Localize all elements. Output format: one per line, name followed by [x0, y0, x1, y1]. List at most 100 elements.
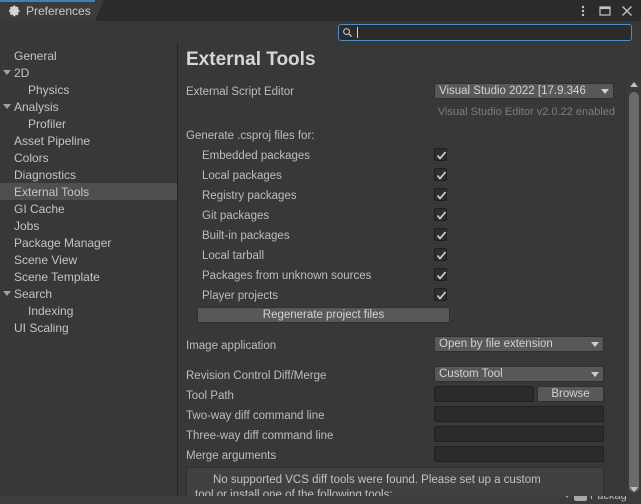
sidebar-item-label: Colors	[14, 152, 49, 164]
preferences-sidebar[interactable]: General 2D Physics Analysis Profiler	[0, 43, 178, 496]
regenerate-project-files-button[interactable]: Regenerate project files	[197, 307, 450, 323]
row-local-tarball: Local tarball	[186, 247, 615, 265]
external-script-editor-value: Visual Studio 2022 [17.9.346	[439, 85, 598, 97]
two-way-diff-label: Two-way diff command line	[186, 410, 324, 422]
image-application-label: Image application	[186, 340, 276, 352]
sidebar-item-profiler[interactable]: Profiler	[0, 115, 177, 132]
sidebar-item-label: Package Manager	[14, 237, 111, 249]
row-script-editor-status: Visual Studio Editor v2.0.22 enabled	[186, 103, 615, 121]
row-local-packages: Local packages	[186, 167, 615, 185]
builtin-packages-checkbox[interactable]	[434, 228, 447, 241]
sidebar-item-label: Search	[14, 288, 52, 300]
local-tarball-checkbox[interactable]	[434, 248, 447, 261]
sidebar-item-external-tools[interactable]: External Tools	[0, 183, 177, 200]
sidebar-item-package-manager[interactable]: Package Manager	[0, 234, 177, 251]
external-script-editor-dropdown[interactable]: Visual Studio 2022 [17.9.346	[434, 83, 614, 99]
kebab-menu-icon[interactable]	[572, 0, 593, 21]
builtin-packages-label: Built-in packages	[186, 230, 290, 242]
local-tarball-label: Local tarball	[186, 250, 264, 262]
scroll-down-arrow-icon[interactable]	[630, 487, 638, 492]
vcs-warning-helpbox: No supported VCS diff tools were found. …	[186, 467, 604, 496]
local-packages-checkbox[interactable]	[434, 168, 447, 181]
revision-control-value: Custom Tool	[439, 368, 588, 380]
sidebar-item-2d[interactable]: 2D	[0, 64, 177, 81]
preferences-content: External Tools External Script Editor Vi…	[178, 43, 641, 496]
unity-preferences-window: Packag Preferences	[0, 0, 641, 504]
external-script-editor-label: External Script Editor	[186, 86, 294, 98]
embedded-packages-checkbox[interactable]	[434, 148, 447, 161]
check-icon	[436, 190, 447, 201]
content-vertical-scrollbar[interactable]	[627, 79, 641, 496]
window-tabbar: Preferences	[0, 0, 641, 21]
player-projects-checkbox[interactable]	[434, 288, 447, 301]
window-body: General 2D Physics Analysis Profiler	[0, 43, 641, 496]
sidebar-item-label: Indexing	[28, 305, 73, 317]
page-title: External Tools	[186, 49, 316, 71]
settings-scroll-area: External Script Editor Visual Studio 202…	[178, 79, 641, 496]
sidebar-item-label: Diagnostics	[14, 169, 76, 181]
chevron-down-icon[interactable]	[0, 291, 14, 296]
check-icon	[436, 290, 447, 301]
check-icon	[436, 170, 447, 181]
image-application-value: Open by file extension	[439, 338, 588, 350]
unknown-sources-checkbox[interactable]	[434, 268, 447, 281]
scroll-up-arrow-icon[interactable]	[630, 82, 638, 87]
maximize-icon[interactable]	[594, 0, 615, 21]
check-icon	[436, 210, 447, 221]
three-way-diff-input[interactable]	[434, 426, 604, 442]
tab-preferences-label: Preferences	[26, 4, 91, 18]
script-editor-status-text: Visual Studio Editor v2.0.22 enabled	[438, 106, 615, 118]
tool-path-input[interactable]	[434, 386, 534, 402]
revision-control-dropdown[interactable]: Custom Tool	[434, 366, 604, 382]
sidebar-item-jobs[interactable]: Jobs	[0, 217, 177, 234]
sidebar-item-label: Scene Template	[14, 271, 100, 283]
preferences-window: Preferences	[0, 0, 641, 496]
registry-packages-checkbox[interactable]	[434, 188, 447, 201]
tab-preferences[interactable]: Preferences	[0, 0, 104, 21]
sidebar-item-ui-scaling[interactable]: UI Scaling	[0, 319, 177, 336]
three-way-diff-label: Three-way diff command line	[186, 430, 333, 442]
row-git-packages: Git packages	[186, 207, 615, 225]
close-icon[interactable]	[616, 0, 637, 21]
sidebar-item-gi-cache[interactable]: GI Cache	[0, 200, 177, 217]
vcs-warning-line1: No supported VCS diff tools were found. …	[195, 473, 595, 488]
sidebar-item-colors[interactable]: Colors	[0, 149, 177, 166]
chevron-down-icon	[591, 342, 599, 347]
sidebar-item-label: External Tools	[14, 186, 89, 198]
sidebar-item-scene-view[interactable]: Scene View	[0, 251, 177, 268]
sidebar-item-general[interactable]: General	[0, 47, 177, 64]
registry-packages-label: Registry packages	[186, 190, 297, 202]
git-packages-checkbox[interactable]	[434, 208, 447, 221]
chevron-down-icon[interactable]	[0, 70, 14, 75]
image-application-dropdown[interactable]: Open by file extension	[434, 336, 604, 352]
regenerate-project-files-label: Regenerate project files	[263, 309, 384, 321]
row-embedded-packages: Embedded packages	[186, 147, 615, 165]
merge-arguments-input[interactable]	[434, 446, 604, 462]
check-icon	[436, 250, 447, 261]
check-icon	[436, 230, 447, 241]
browse-button[interactable]: Browse	[537, 386, 604, 402]
row-csproj-header: Generate .csproj files for:	[186, 127, 615, 145]
gear-icon	[8, 4, 21, 17]
sidebar-item-search[interactable]: Search	[0, 285, 177, 302]
check-icon	[436, 270, 447, 281]
sidebar-item-scene-template[interactable]: Scene Template	[0, 268, 177, 285]
text-caret	[357, 27, 358, 38]
tool-path-label: Tool Path	[186, 390, 234, 402]
sidebar-item-label: Analysis	[14, 101, 59, 113]
sidebar-item-label: UI Scaling	[14, 322, 69, 334]
sidebar-item-asset-pipeline[interactable]: Asset Pipeline	[0, 132, 177, 149]
sidebar-item-indexing[interactable]: Indexing	[0, 302, 177, 319]
two-way-diff-input[interactable]	[434, 406, 604, 422]
chevron-down-icon	[601, 89, 609, 94]
scrollbar-thumb[interactable]	[629, 92, 639, 492]
sidebar-item-analysis[interactable]: Analysis	[0, 98, 177, 115]
chevron-down-icon[interactable]	[0, 104, 14, 109]
embedded-packages-label: Embedded packages	[186, 150, 310, 162]
sidebar-item-physics[interactable]: Physics	[0, 81, 177, 98]
row-builtin-packages: Built-in packages	[186, 227, 615, 245]
sidebar-item-label: GI Cache	[14, 203, 65, 215]
window-controls	[572, 0, 637, 21]
search-input[interactable]	[338, 24, 632, 41]
sidebar-item-diagnostics[interactable]: Diagnostics	[0, 166, 177, 183]
